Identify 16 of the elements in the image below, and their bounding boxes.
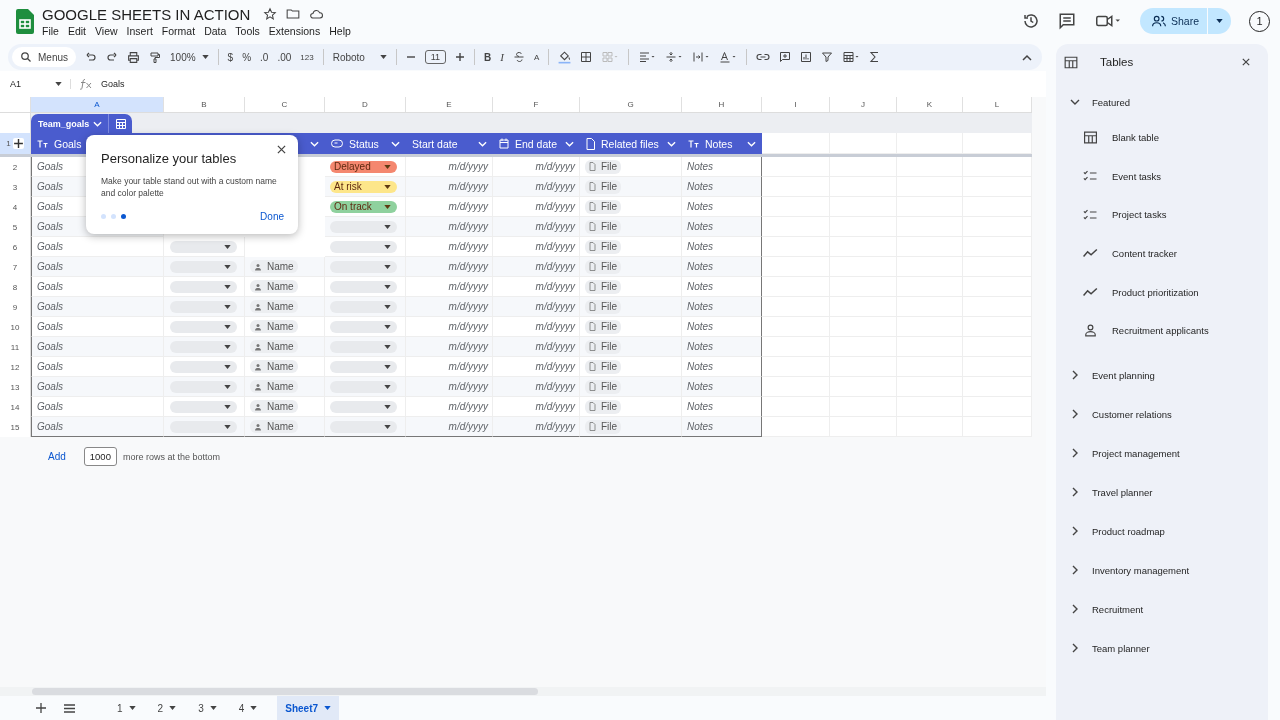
template-label: Event tasks (1112, 170, 1162, 182)
column-title: End date (515, 137, 558, 150)
popup-title: Personalize your tables (101, 151, 237, 166)
template-label: Blank table (1112, 131, 1159, 143)
add-rows-label: more rows at the bottom (122, 451, 220, 462)
template-label: Project tasks (1112, 209, 1167, 221)
template-label: Product prioritization (1112, 286, 1199, 298)
column-title: Notes (705, 137, 733, 150)
column-title: Related files (601, 137, 659, 150)
template-label: Content tracker (1112, 247, 1177, 259)
panel-title: Tables (1100, 56, 1134, 68)
column-title: Status (349, 137, 379, 150)
template-label: Recruitment applicants (1112, 325, 1209, 337)
popup-text: Make your table stand out with a custom name and color palette (101, 175, 278, 200)
column-title: Goals (54, 137, 82, 150)
column-title: Start date (412, 137, 458, 150)
